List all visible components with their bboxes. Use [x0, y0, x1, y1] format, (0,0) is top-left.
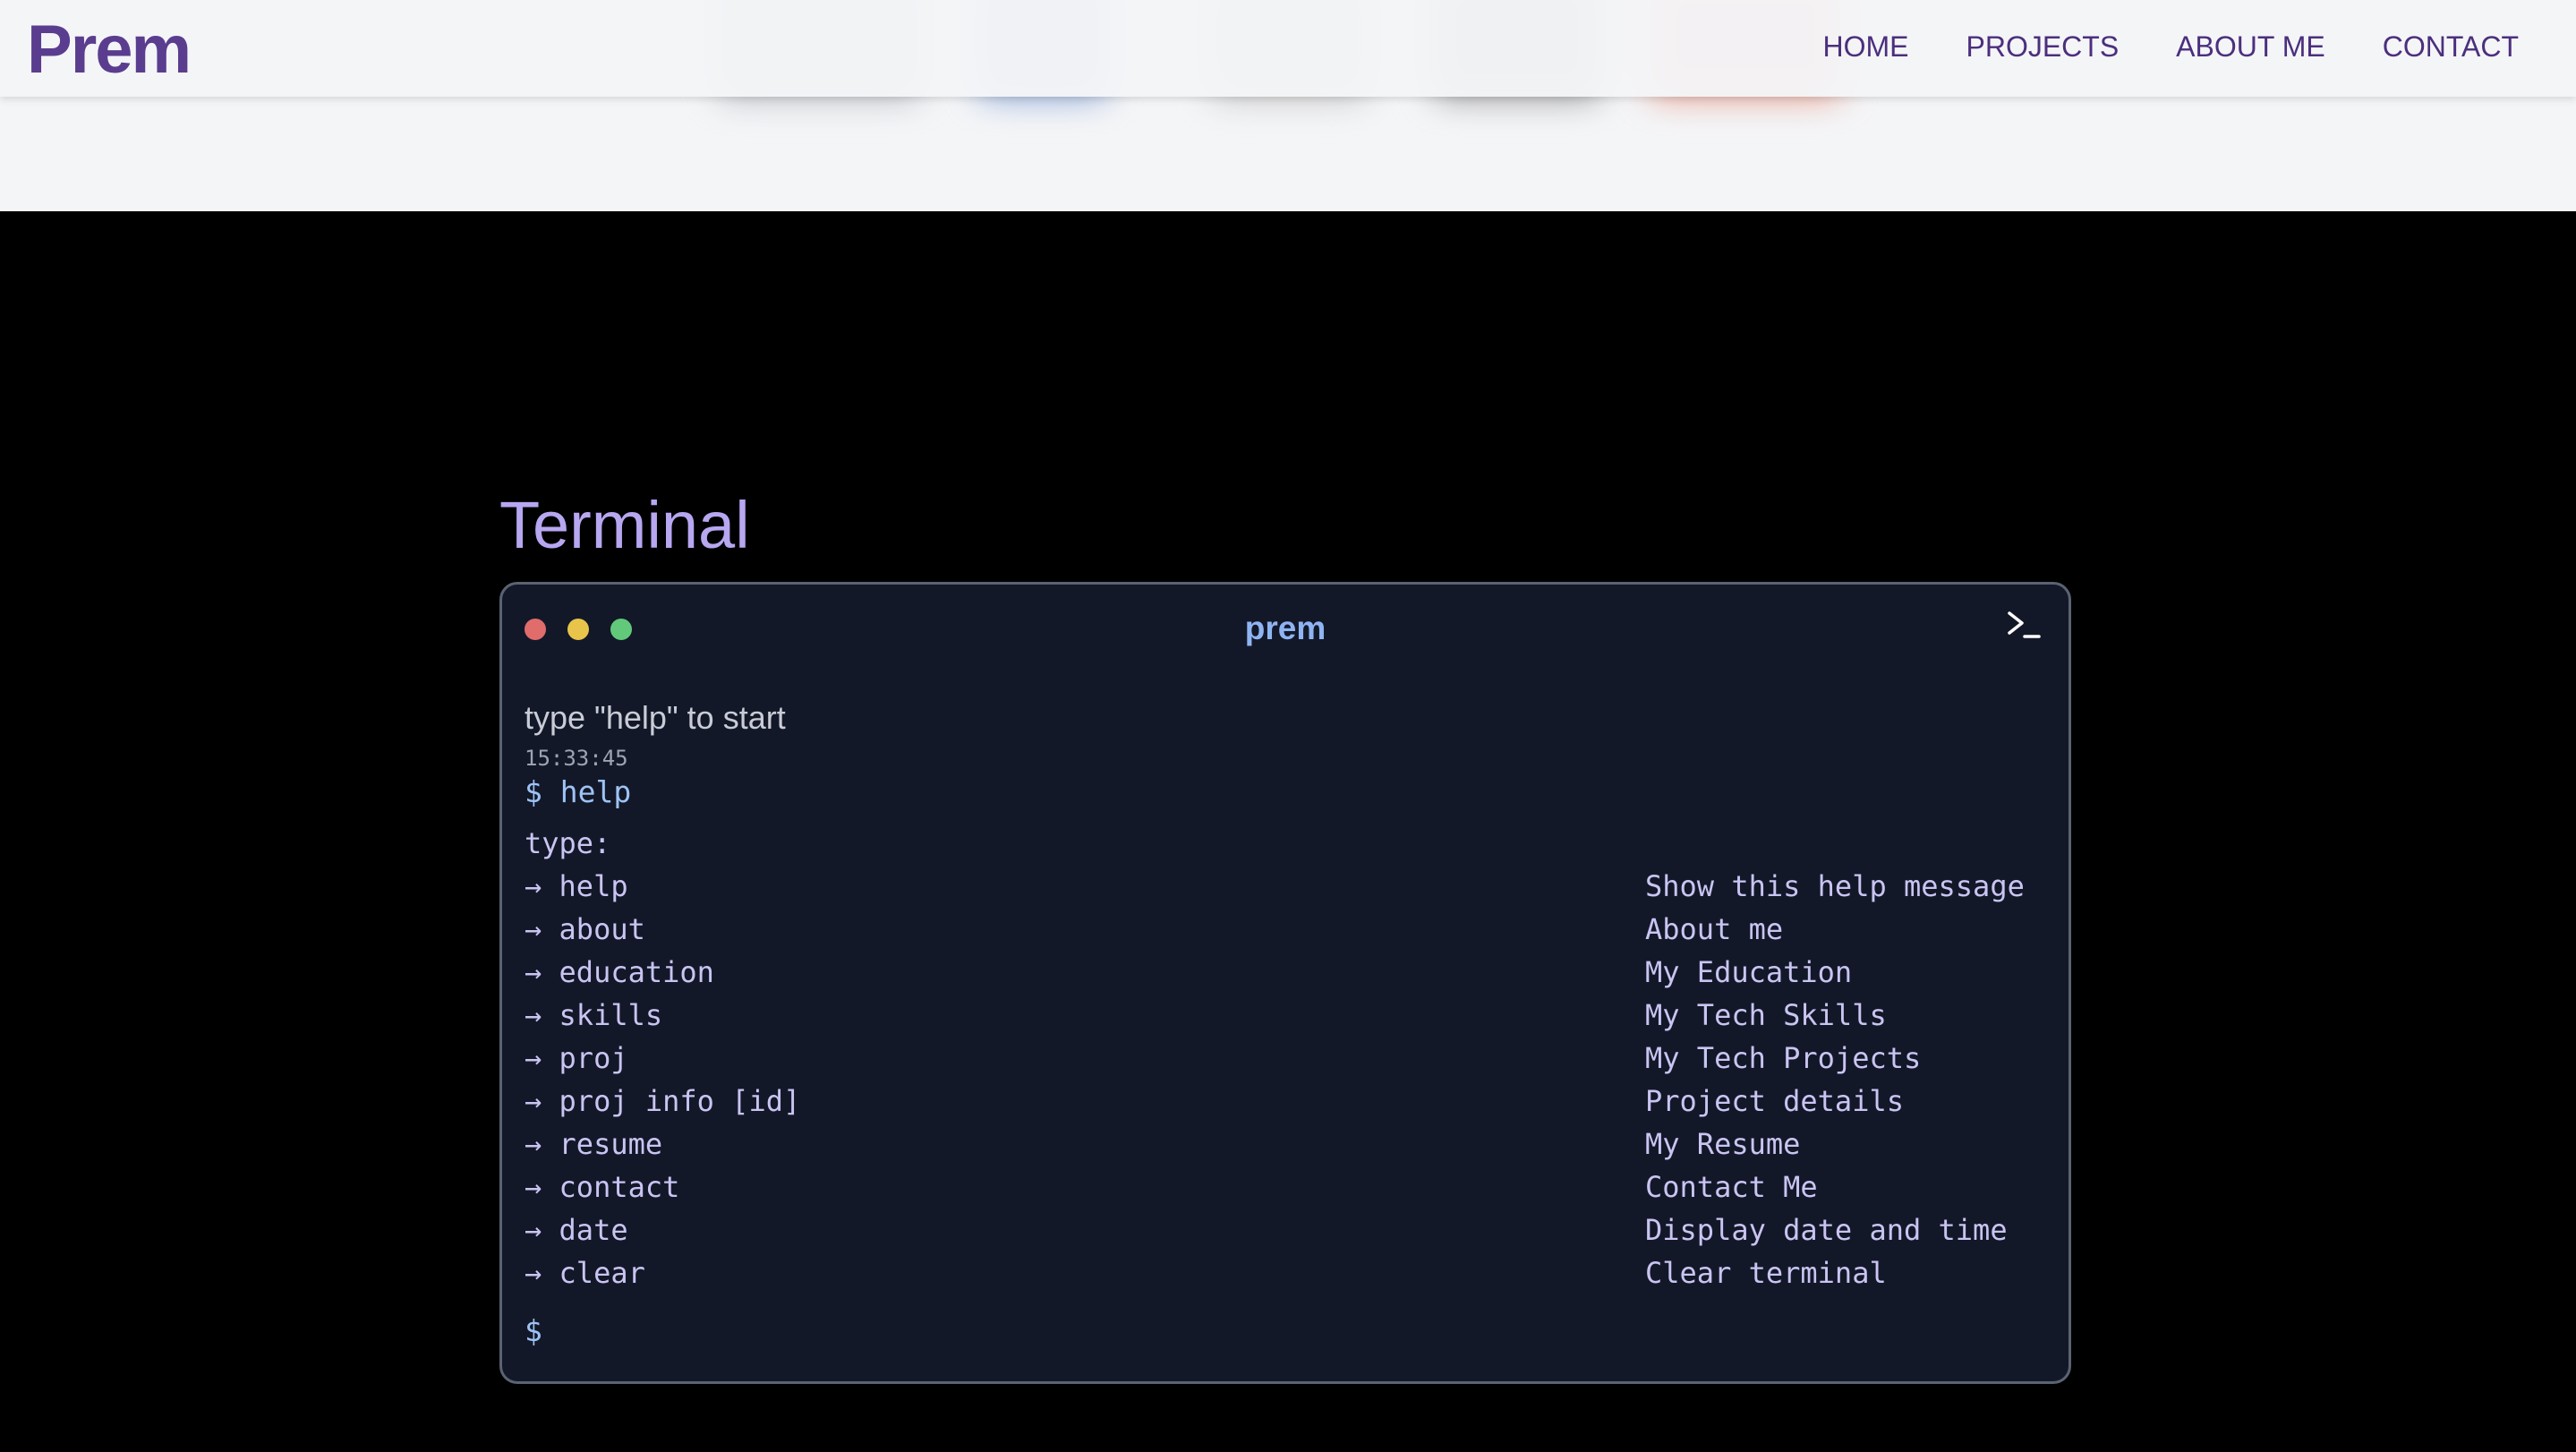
help-row: → proj My Tech Projects [525, 1041, 2046, 1084]
help-type-label: type: [525, 826, 611, 860]
nav-contact-link[interactable]: CONTACT [2383, 30, 2519, 64]
help-row: → date Display date and time [525, 1213, 2046, 1256]
terminal-input[interactable] [565, 1308, 2000, 1351]
terminal-title: prem [1244, 610, 1326, 646]
help-description: Project details [1645, 1084, 1904, 1118]
help-description: Display date and time [1645, 1213, 2008, 1247]
command-timestamp: 15:33:45 [525, 746, 628, 771]
main-nav: HOME PROJECTS ABOUT ME CONTACT [1822, 30, 2519, 64]
nav-projects-link[interactable]: PROJECTS [1966, 30, 2119, 64]
help-row: → help Show this help message [525, 869, 2046, 912]
help-command: → clear [525, 1256, 645, 1290]
help-row: → clear Clear terminal [525, 1256, 2046, 1299]
help-description: Show this help message [1645, 869, 2025, 903]
terminal-welcome-text: type "help" to start [525, 699, 786, 736]
help-command: → help [525, 869, 628, 903]
help-description: Contact Me [1645, 1170, 1818, 1204]
help-row: → about About me [525, 912, 2046, 955]
nav-about-me-link[interactable]: ABOUT ME [2176, 30, 2325, 64]
help-command: → education [525, 955, 714, 989]
help-description: About me [1645, 912, 1784, 946]
help-row: → skills My Tech Skills [525, 998, 2046, 1041]
help-row: → education My Education [525, 955, 2046, 998]
help-row: → contact Contact Me [525, 1170, 2046, 1213]
help-row: → proj info [id] Project details [525, 1084, 2046, 1127]
site-logo[interactable]: Prem [27, 11, 192, 89]
help-command: → date [525, 1213, 628, 1247]
help-description: My Resume [1645, 1127, 1801, 1161]
terminal-window[interactable]: prem type "help" to start 15:33:45 $ hel… [499, 582, 2071, 1384]
help-command: → proj [525, 1041, 628, 1075]
navbar: Prem HOME PROJECTS ABOUT ME CONTACT [0, 0, 2576, 97]
help-command: → about [525, 912, 645, 946]
help-description: My Tech Skills [1645, 998, 1887, 1032]
help-list: → help Show this help message → about Ab… [525, 869, 2046, 1299]
section-title: Terminal [499, 488, 750, 562]
entered-command: $ help [525, 774, 632, 809]
nav-home-link[interactable]: HOME [1822, 30, 1908, 64]
prompt-symbol: $ [525, 1313, 542, 1348]
help-description: My Education [1645, 955, 1853, 989]
help-description: My Tech Projects [1645, 1041, 1922, 1075]
terminal-prompt-icon [2008, 611, 2041, 638]
help-description: Clear terminal [1645, 1256, 1887, 1290]
help-command: → skills [525, 998, 663, 1032]
help-command: → resume [525, 1127, 663, 1161]
help-row: → resume My Resume [525, 1127, 2046, 1170]
help-command: → proj info [id] [525, 1084, 801, 1118]
help-command: → contact [525, 1170, 680, 1204]
